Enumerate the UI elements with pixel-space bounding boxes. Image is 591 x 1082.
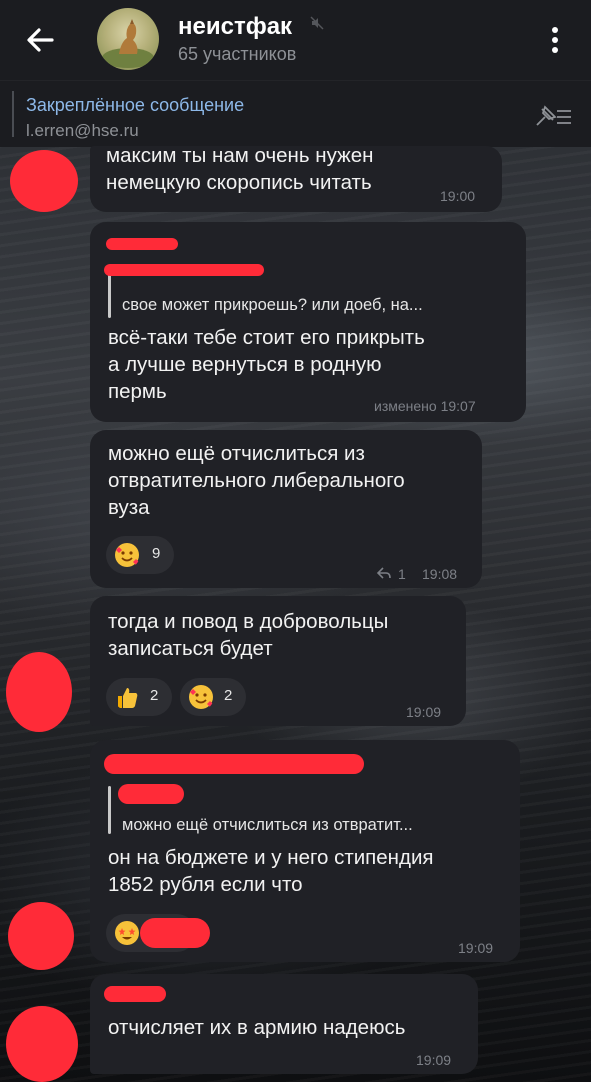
avatar[interactable] [8,902,74,970]
reaction-count: 9 [152,545,161,562]
reply-count: 1 [398,566,406,582]
redacted-quote-author [104,264,264,276]
redacted-sender-name [104,986,166,1002]
message-time: 19:09 [458,940,494,956]
message-time: 19:00 [440,188,476,204]
reaction-count: 2 [150,687,159,704]
reaction-chip[interactable]: 2 [106,678,172,716]
star-struck-icon [115,921,139,945]
message-time: 19:09 [406,704,442,720]
message-bubble[interactable]: тогда и повод в добровольцы записаться б… [90,596,466,726]
reaction-count: 2 [224,687,233,704]
pinned-title: Закреплённое сообщение [26,95,245,115]
reply-quote-bar [108,786,111,834]
reply-arrow-icon [376,567,391,579]
pinned-indicator [12,91,14,137]
redacted-quote-author [118,784,184,804]
chat-avatar[interactable] [97,8,159,70]
reaction-chip[interactable]: 2 [180,678,246,716]
pin-list-icon[interactable] [533,105,573,129]
message-time: 19:08 [422,566,458,582]
message-text: всё-таки тебе стоит его прикрыть а лучше… [108,326,425,403]
message-bubble[interactable]: свое может прикроешь? или доеб, на... вс… [90,222,526,422]
message-time: 19:09 [416,1052,452,1068]
message-bubble[interactable]: максим ты нам очень нужен немецкую скоро… [90,144,502,212]
pinned-message-bar[interactable]: Закреплённое сообщение l.erren@hse.ru [0,80,591,147]
thumbs-up-icon [118,688,138,708]
arrow-left-icon[interactable] [20,20,60,60]
reply-quote-text: свое может прикроешь? или доеб, на... [122,296,423,314]
pinned-text: l.erren@hse.ru [26,121,139,140]
chat-title[interactable]: неистфак [178,13,292,41]
message-bubble[interactable]: отчисляет их в армию надеюсь 19:09 [90,974,478,1074]
avatar[interactable] [10,150,78,212]
avatar[interactable] [6,652,72,732]
redacted-reaction-avatars [140,918,210,948]
message-text: максим ты нам очень нужен немецкую скоро… [106,144,374,194]
chat-header: неистфак 65 участников [0,0,591,80]
message-text: он на бюджете и у него стипендия 1852 ру… [108,846,434,896]
smiling-face-with-hearts-icon [189,685,213,709]
reaction-chip[interactable]: 9 [106,536,174,574]
participant-count: 65 участников [178,44,297,64]
message-text: можно ещё отчислиться из отвратительного… [108,442,405,519]
message-time: изменено 19:07 [374,398,476,414]
redacted-sender-name [104,754,364,774]
avatar[interactable] [6,1006,78,1082]
message-bubble[interactable]: можно ещё отчислиться из отвратительного… [90,430,482,588]
mute-icon [310,16,324,30]
message-text: отчисляет их в армию надеюсь [108,1016,406,1039]
reply-quote-text: можно ещё отчислиться из отвратит... [122,816,413,834]
message-text: тогда и повод в добровольцы записаться б… [108,610,389,660]
smiling-face-with-hearts-icon [115,543,139,567]
vertical-dots-icon[interactable] [540,22,570,58]
redacted-sender-name [106,238,178,250]
message-bubble[interactable]: можно ещё отчислиться из отвратит... он … [90,740,520,962]
